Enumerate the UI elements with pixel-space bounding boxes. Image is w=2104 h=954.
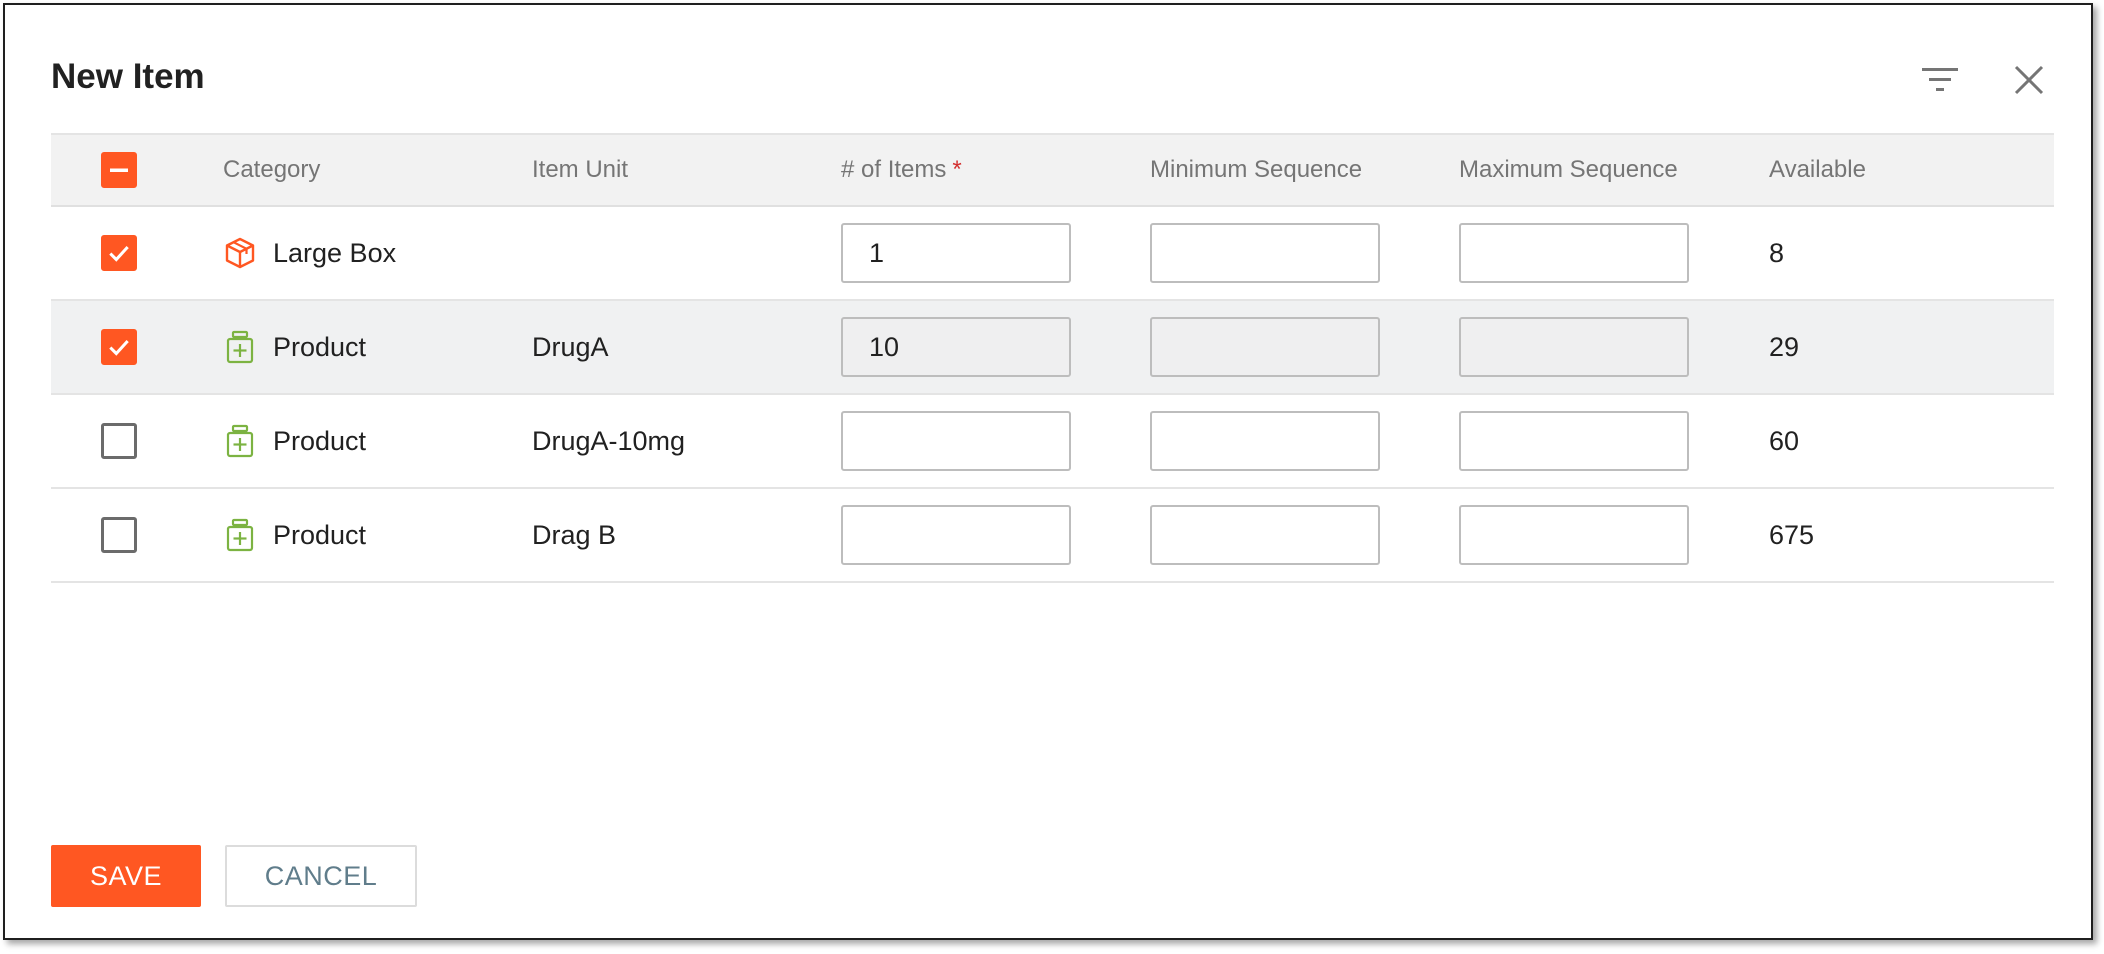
save-button[interactable]: SAVE bbox=[51, 845, 201, 907]
table-header: Category Item Unit # of Items * Minimum … bbox=[51, 133, 2054, 207]
row-category: Product bbox=[273, 519, 367, 550]
table-row[interactable]: Product Drag B 675 bbox=[51, 489, 2054, 583]
filter-icon[interactable] bbox=[1915, 55, 1965, 105]
num-items-input[interactable] bbox=[841, 505, 1071, 565]
num-items-input[interactable] bbox=[841, 317, 1071, 377]
num-items-input[interactable] bbox=[841, 223, 1071, 283]
medicine-bottle-icon bbox=[223, 518, 257, 552]
row-item-unit: DrugA-10mg bbox=[532, 425, 686, 456]
max-sequence-input[interactable] bbox=[1459, 505, 1689, 565]
num-items-input[interactable] bbox=[841, 411, 1071, 471]
row-available: 8 bbox=[1769, 237, 1785, 268]
row-available: 29 bbox=[1769, 331, 1800, 362]
row-checkbox[interactable] bbox=[101, 329, 137, 365]
max-sequence-input[interactable] bbox=[1459, 411, 1689, 471]
table-row[interactable]: Product DrugA 29 bbox=[51, 301, 2054, 395]
header-num-items[interactable]: # of Items bbox=[841, 156, 946, 184]
row-item-unit: Drag B bbox=[532, 519, 617, 550]
header-category[interactable]: Category bbox=[223, 156, 320, 184]
header-min-sequence[interactable]: Minimum Sequence bbox=[1150, 156, 1362, 184]
max-sequence-input[interactable] bbox=[1459, 223, 1689, 283]
medicine-bottle-icon bbox=[223, 424, 257, 458]
row-checkbox[interactable] bbox=[101, 235, 137, 271]
min-sequence-input[interactable] bbox=[1150, 411, 1380, 471]
required-marker: * bbox=[952, 156, 962, 183]
row-item-unit: DrugA bbox=[532, 331, 609, 362]
table-row[interactable]: Large Box 8 bbox=[51, 207, 2054, 301]
header-max-sequence[interactable]: Maximum Sequence bbox=[1459, 156, 1678, 184]
close-icon[interactable] bbox=[2004, 55, 2054, 105]
row-available: 60 bbox=[1769, 425, 1800, 456]
min-sequence-input[interactable] bbox=[1150, 317, 1380, 377]
new-item-dialog: New Item Category Item Unit # of Items *… bbox=[3, 3, 2093, 940]
checkmark-icon bbox=[109, 340, 129, 356]
header-available[interactable]: Available bbox=[1769, 156, 1866, 184]
cancel-button[interactable]: CANCEL bbox=[225, 845, 417, 907]
row-available: 675 bbox=[1769, 519, 1815, 550]
table-row[interactable]: Product DrugA-10mg 60 bbox=[51, 395, 2054, 489]
select-all-checkbox[interactable] bbox=[101, 152, 137, 188]
row-checkbox[interactable] bbox=[101, 517, 137, 553]
row-category: Product bbox=[273, 425, 367, 456]
row-category: Product bbox=[273, 331, 367, 362]
checkmark-icon bbox=[109, 246, 129, 262]
indeterminate-icon bbox=[110, 168, 128, 172]
row-category: Large Box bbox=[273, 237, 397, 268]
max-sequence-input[interactable] bbox=[1459, 317, 1689, 377]
dialog-title: New Item bbox=[51, 57, 205, 96]
header-item-unit[interactable]: Item Unit bbox=[532, 156, 628, 184]
medicine-bottle-icon bbox=[223, 330, 257, 364]
min-sequence-input[interactable] bbox=[1150, 505, 1380, 565]
row-checkbox[interactable] bbox=[101, 423, 137, 459]
items-table: Category Item Unit # of Items * Minimum … bbox=[51, 133, 2054, 583]
min-sequence-input[interactable] bbox=[1150, 223, 1380, 283]
box-icon bbox=[223, 236, 257, 270]
